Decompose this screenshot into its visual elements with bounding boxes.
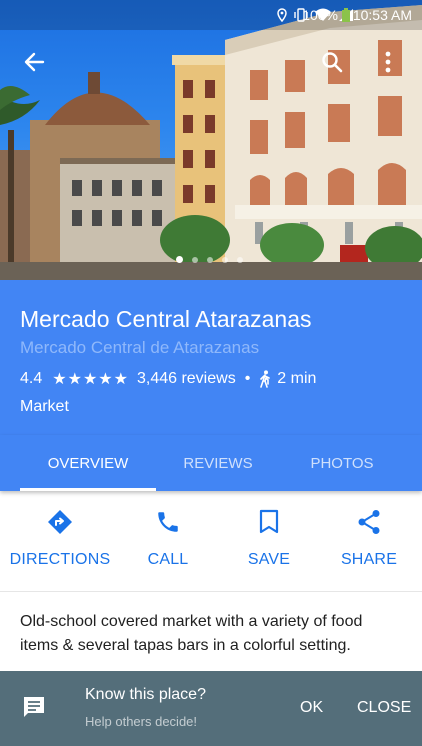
tab-photos[interactable]: PHOTOS — [274, 435, 410, 491]
walk-time: 2 min — [277, 370, 317, 387]
walking-icon — [260, 370, 271, 388]
more-vert-icon — [385, 51, 391, 73]
more-options-button[interactable] — [370, 44, 406, 80]
pager-dot — [222, 256, 228, 263]
tab-reviews[interactable]: REVIEWS — [150, 435, 286, 491]
place-header: Mercado Central Atarazanas Mercado Centr… — [0, 280, 422, 435]
star-rating: ★★★★★ — [52, 371, 129, 388]
review-count: 3,446 reviews — [136, 370, 236, 387]
close-button[interactable]: CLOSE — [357, 699, 411, 717]
search-button[interactable] — [314, 44, 350, 80]
rating-value: 4.4 — [20, 370, 43, 387]
share-label: SHARE — [340, 551, 398, 568]
snackbar-title: Know this place? — [85, 686, 206, 703]
contribute-snackbar: Know this place? Help others decide! OK … — [0, 671, 422, 746]
rating-row[interactable]: 4.4 ★★★★★ 3,446 reviews • 2 min — [20, 369, 316, 389]
phone-icon — [158, 512, 178, 532]
place-photo[interactable]: 100% 10:53 AM — [0, 0, 422, 280]
building-photo — [0, 5, 422, 280]
directions-icon — [48, 510, 72, 534]
snackbar-subtitle: Help others decide! — [85, 714, 198, 729]
save-button[interactable]: SAVE — [214, 509, 324, 569]
feedback-icon — [24, 697, 44, 717]
tab-bar: OVERVIEW REVIEWS PHOTOS — [0, 435, 422, 491]
photo-pager — [176, 256, 243, 263]
back-button[interactable] — [16, 44, 52, 80]
place-local-name: Mercado Central de Atarazanas — [20, 338, 260, 357]
tab-overview[interactable]: OVERVIEW — [20, 435, 156, 491]
save-label: SAVE — [247, 551, 291, 568]
battery-percent: 100% — [302, 7, 338, 23]
battery-icon — [342, 8, 350, 22]
directions-label: DIRECTIONS — [9, 551, 111, 568]
pager-dot — [176, 256, 183, 263]
share-icon — [358, 510, 380, 534]
place-category: Market — [20, 398, 69, 415]
share-button[interactable]: SHARE — [314, 509, 422, 569]
separator-dot: • — [244, 370, 251, 387]
bookmark-icon — [259, 509, 279, 534]
location-icon — [277, 8, 287, 22]
arrow-left-icon — [24, 52, 45, 72]
clock: 10:53 AM — [352, 7, 412, 23]
pager-dot — [207, 256, 213, 263]
call-label: CALL — [147, 551, 189, 568]
pager-dot — [237, 256, 243, 263]
ok-button[interactable]: OK — [300, 699, 323, 717]
call-button[interactable]: CALL — [113, 509, 223, 569]
search-icon — [322, 52, 343, 73]
place-name: Mercado Central Atarazanas — [20, 306, 312, 332]
directions-button[interactable]: DIRECTIONS — [5, 509, 115, 569]
pager-dot — [192, 256, 198, 263]
place-description: Old-school covered market with a variety… — [20, 613, 363, 654]
status-bar: 100% 10:53 AM — [0, 0, 422, 30]
action-row: DIRECTIONS CALL SAVE SHARE — [0, 491, 422, 592]
walk-info: 2 min — [259, 370, 316, 388]
